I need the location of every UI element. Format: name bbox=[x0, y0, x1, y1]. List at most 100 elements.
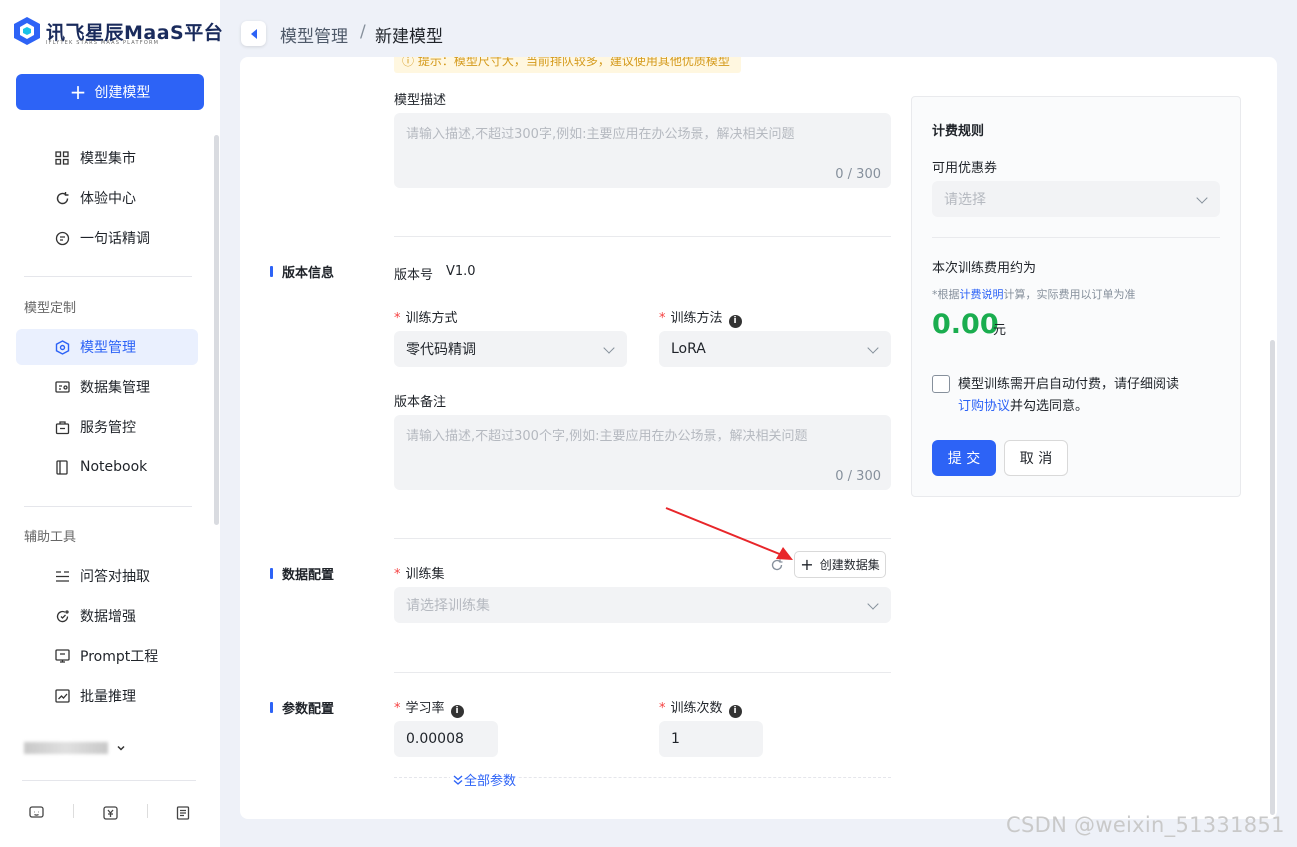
submit-button[interactable]: 提 交 bbox=[932, 440, 996, 476]
billing-title: 计费规则 bbox=[932, 124, 985, 139]
create-model-label: 创建模型 bbox=[94, 85, 151, 101]
train-mode-select[interactable]: 零代码精调 bbox=[394, 331, 627, 367]
dataset-icon bbox=[54, 379, 70, 395]
group-title-model-custom: 模型定制 bbox=[24, 301, 77, 316]
version-note-placeholder: 请输入描述,不超过300个字,例如:主要应用在办公场景，解决相关问题 bbox=[406, 429, 808, 444]
section-title-data: 数据配置 bbox=[270, 564, 334, 583]
sidebar-item-qa-extract[interactable]: 问答对抽取 bbox=[16, 558, 198, 594]
sidebar-item-service-control[interactable]: 服务管控 bbox=[16, 409, 198, 445]
agree-text-post: 并勾选同意。 bbox=[1010, 399, 1089, 414]
trainset-label-text: 训练集 bbox=[405, 567, 445, 582]
plus-icon: + bbox=[800, 555, 814, 574]
agree-text-main: 模型训练需开启自动付费，请仔细阅读 bbox=[958, 377, 1180, 392]
section-title-version: 版本信息 bbox=[270, 262, 334, 281]
billing-yen-icon[interactable] bbox=[100, 803, 120, 823]
divider bbox=[22, 780, 196, 781]
model-desc-textarea[interactable]: 请输入描述,不超过300字,例如:主要应用在办公场景，解决相关问题 0 / 30… bbox=[394, 113, 891, 188]
back-button[interactable] bbox=[241, 21, 266, 46]
fee-note: *根据计费说明计算，实际费用以订单为准 bbox=[932, 286, 1136, 302]
model-desc-placeholder: 请输入描述,不超过300字,例如:主要应用在办公场景，解决相关问题 bbox=[406, 127, 795, 142]
sidebar-item-prompt-engineering[interactable]: Prompt工程 bbox=[16, 638, 198, 674]
learning-rate-input[interactable]: 0.00008 bbox=[394, 721, 498, 757]
sidebar-item-batch-inference[interactable]: 批量推理 bbox=[16, 678, 198, 714]
coupon-label: 可用优惠券 bbox=[932, 161, 998, 176]
all-params-label: 全部参数 bbox=[464, 774, 517, 789]
sidebar-scrollbar[interactable] bbox=[214, 135, 219, 525]
epochs-label-text: 训练次数 bbox=[670, 701, 723, 716]
coupon-select[interactable]: 请选择 bbox=[932, 181, 1220, 217]
subscription-agreement-link[interactable]: 订购协议 bbox=[958, 399, 1010, 414]
sidebar-item-label: 问答对抽取 bbox=[80, 569, 150, 585]
section-title-text: 参数配置 bbox=[282, 702, 335, 717]
user-name-blurred[interactable] bbox=[24, 742, 108, 754]
section-title-params: 参数配置 bbox=[270, 698, 334, 717]
section-title-text: 版本信息 bbox=[282, 266, 335, 281]
sidebar-item-label: 模型管理 bbox=[80, 340, 136, 356]
info-icon[interactable]: i bbox=[450, 704, 464, 718]
enhance-icon bbox=[54, 608, 70, 624]
sidebar-item-label: 数据增强 bbox=[80, 609, 136, 625]
feedback-icon[interactable] bbox=[26, 803, 46, 823]
sidebar-item-data-enhance[interactable]: 数据增强 bbox=[16, 598, 198, 634]
sidebar-item-one-sentence-tuning[interactable]: 一句话精调 bbox=[16, 220, 198, 256]
create-model-button[interactable]: + 创建模型 bbox=[16, 74, 204, 110]
train-method-select[interactable]: LoRA bbox=[659, 331, 891, 367]
epochs-input[interactable]: 1 bbox=[659, 721, 763, 757]
chart-icon bbox=[54, 688, 70, 704]
double-chevron-down-icon bbox=[453, 774, 463, 785]
section-marker bbox=[270, 568, 273, 579]
sidebar-item-model-market[interactable]: 模型集市 bbox=[16, 140, 198, 176]
cancel-button[interactable]: 取 消 bbox=[1004, 440, 1068, 476]
list-icon bbox=[54, 568, 70, 584]
fee-label: 本次训练费用约为 bbox=[932, 261, 1037, 276]
divider bbox=[147, 804, 148, 818]
sidebar-item-experience[interactable]: 体验中心 bbox=[16, 180, 198, 216]
refresh-icon bbox=[54, 190, 70, 206]
grid-icon bbox=[54, 150, 70, 166]
divider bbox=[394, 538, 891, 539]
model-desc-counter: 0 / 300 bbox=[835, 167, 881, 182]
fee-note-pre: *根据 bbox=[932, 288, 960, 301]
epochs-value: 1 bbox=[671, 731, 680, 747]
chevron-down-icon[interactable] bbox=[116, 741, 126, 751]
chevron-down-icon bbox=[867, 598, 879, 610]
create-dataset-label: 创建数据集 bbox=[819, 558, 880, 572]
chevron-down-icon bbox=[1196, 192, 1208, 204]
train-mode-label: * 训练方式 bbox=[394, 307, 458, 326]
train-mode-label-text: 训练方式 bbox=[405, 311, 458, 326]
learning-rate-value: 0.00008 bbox=[406, 731, 464, 747]
document-icon[interactable] bbox=[173, 803, 193, 823]
chat-icon bbox=[54, 230, 70, 246]
caret-left-icon bbox=[250, 28, 257, 39]
trainset-select[interactable]: 请选择训练集 bbox=[394, 587, 891, 623]
version-note-counter: 0 / 300 bbox=[835, 469, 881, 484]
agree-checkbox[interactable] bbox=[932, 375, 950, 393]
sidebar-item-label: 模型集市 bbox=[80, 151, 136, 167]
sidebar-item-dataset-management[interactable]: 数据集管理 bbox=[16, 369, 198, 405]
sidebar-item-model-management[interactable]: 模型管理 bbox=[16, 329, 198, 365]
breadcrumb-parent[interactable]: 模型管理 bbox=[280, 22, 348, 47]
section-title-text: 数据配置 bbox=[282, 568, 335, 583]
epochs-label: * 训练次数 i bbox=[659, 697, 742, 718]
create-dataset-button[interactable]: + 创建数据集 bbox=[794, 551, 886, 578]
sidebar-item-notebook[interactable]: Notebook bbox=[16, 449, 198, 485]
info-icon[interactable]: i bbox=[728, 704, 742, 718]
train-method-label: * 训练方法 i bbox=[659, 307, 742, 328]
train-mode-value: 零代码精调 bbox=[406, 342, 476, 358]
required-mark: * bbox=[394, 701, 401, 716]
main-scrollbar[interactable] bbox=[1270, 340, 1275, 815]
version-note-textarea[interactable]: 请输入描述,不超过300个字,例如:主要应用在办公场景，解决相关问题 0 / 3… bbox=[394, 415, 891, 490]
divider bbox=[73, 804, 74, 818]
required-mark: * bbox=[394, 567, 401, 582]
agree-text: 模型训练需开启自动付费，请仔细阅读 订购协议并勾选同意。 bbox=[958, 374, 1208, 418]
version-note-label: 版本备注 bbox=[394, 395, 447, 410]
info-icon[interactable]: i bbox=[728, 314, 742, 328]
all-params-toggle[interactable]: 全部参数 bbox=[450, 770, 519, 789]
sidebar: 讯飞星辰MaaS平台 IFLYTEK STARS MAAS PLATFORM +… bbox=[0, 0, 223, 847]
divider bbox=[932, 237, 1220, 238]
arrow-annotation bbox=[665, 507, 793, 560]
fee-amount: 0.00 bbox=[932, 309, 999, 340]
tip-banner: ⓘ 提示：模型尺寸大，当前排队较多，建议使用其他优质模型 bbox=[394, 57, 741, 73]
divider bbox=[394, 672, 891, 673]
billing-doc-link[interactable]: 计费说明 bbox=[960, 288, 1004, 301]
